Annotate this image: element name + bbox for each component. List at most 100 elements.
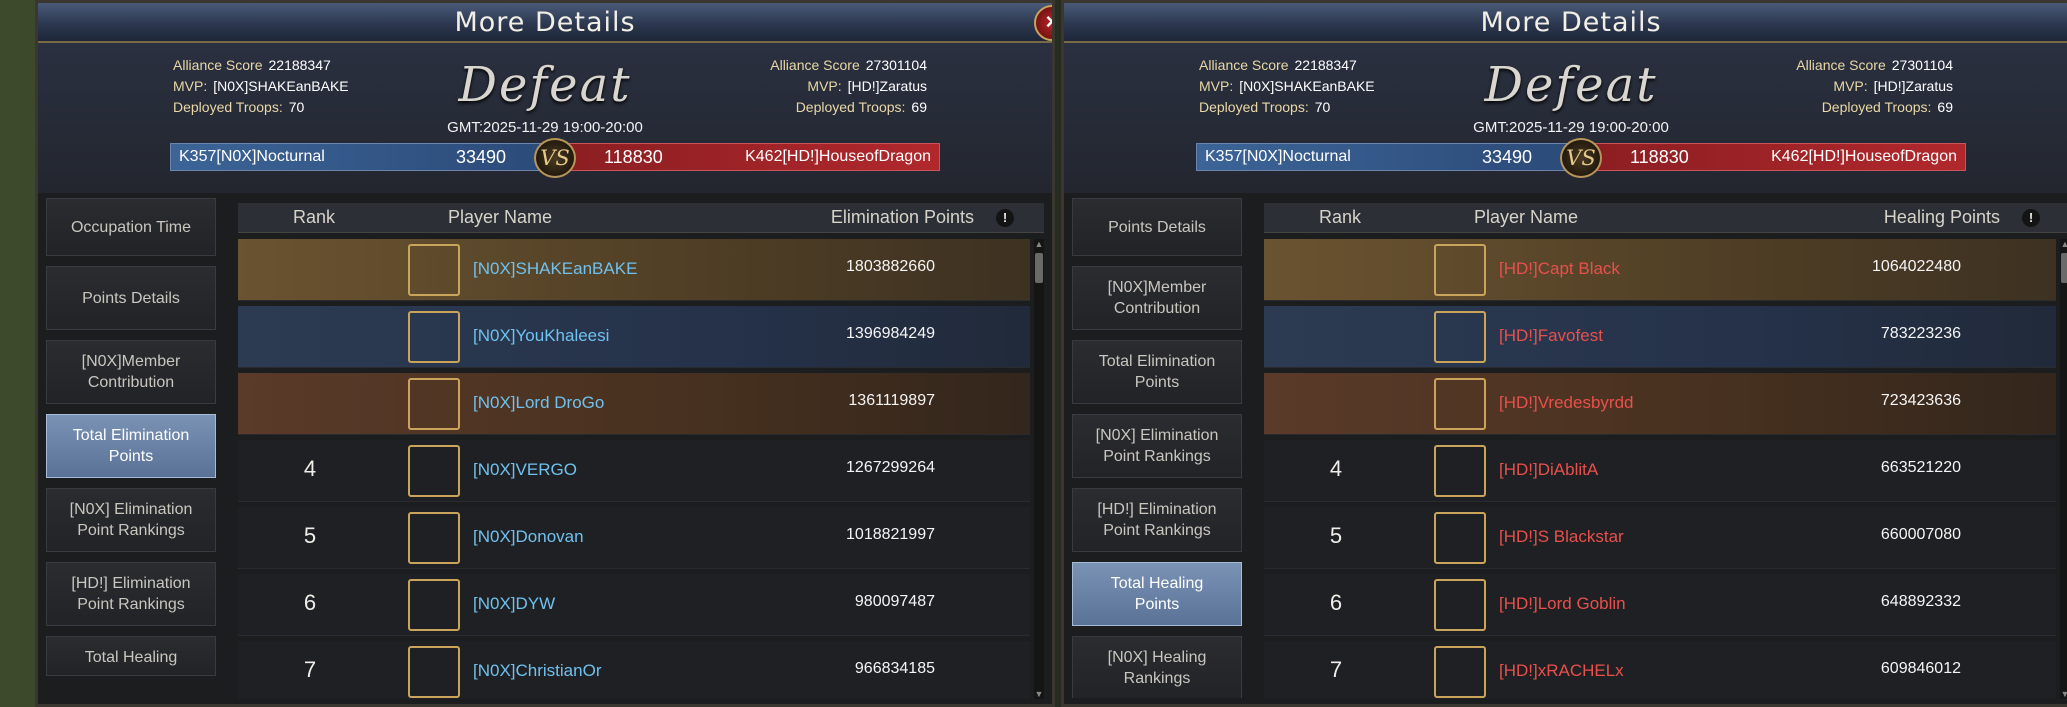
table-row[interactable]: [HD!]Capt Black 1064022480 (1264, 239, 2056, 301)
nav-tab[interactable]: Points Details (46, 266, 216, 330)
versus-bar: K357[N0X]Nocturnal 33490 K462[HD!]HouseofD… (1196, 138, 1966, 178)
right-alliance-name: K462[HD!]HouseofDragon (745, 148, 931, 165)
table-row[interactable]: 6 [HD!]Lord Goblin 648892332 (1264, 574, 2056, 636)
table-row[interactable]: [N0X]SHAKEanBAKE 1803882660 (238, 239, 1030, 301)
player-name[interactable]: [N0X]YouKhaleesi (473, 326, 609, 346)
player-name[interactable]: [N0X]SHAKEanBAKE (473, 259, 637, 279)
player-name[interactable]: [N0X]ChristianOr (473, 661, 601, 681)
player-avatar[interactable] (408, 646, 460, 698)
table-header: Rank Player Name Elimination Points! (238, 203, 1044, 233)
player-points: 648892332 (1880, 593, 1961, 610)
nav-tab[interactable]: Total Healing Points (1072, 562, 1242, 626)
rank-number: 6 (303, 590, 317, 615)
nav-tab[interactable]: [HD!] Elimination Point Rankings (46, 562, 216, 626)
nav-tab[interactable]: [N0X] Elimination Point Rankings (46, 488, 216, 552)
rank-2-medal-icon (290, 311, 334, 361)
points-column-header: Elimination Points (830, 207, 974, 227)
player-avatar[interactable] (408, 311, 460, 363)
rank-1-medal-icon (290, 244, 334, 294)
player-points: 1267299264 (846, 459, 935, 476)
table-header: Rank Player Name Healing Points! (1264, 203, 2067, 233)
table-row[interactable]: 7 [N0X]ChristianOr 966834185 (238, 641, 1030, 699)
player-avatar[interactable] (1434, 445, 1486, 497)
info-icon[interactable]: ! (996, 209, 1014, 227)
table-row[interactable]: 7 [HD!]xRACHELx 609846012 (1264, 641, 2056, 699)
player-avatar[interactable] (408, 445, 460, 497)
scroll-down-icon[interactable]: ▼ (2060, 689, 2067, 699)
left-alliance-bar: K357[N0X]Nocturnal 33490 (1196, 143, 1581, 171)
battle-time: GMT:2025-11-29 19:00-20:00 (447, 119, 643, 136)
player-name[interactable]: [HD!]Favofest (1499, 326, 1603, 346)
player-avatar[interactable] (1434, 579, 1486, 631)
table-row[interactable]: [N0X]YouKhaleesi 1396984249 (238, 306, 1030, 368)
scroll-up-icon[interactable]: ▲ (2060, 239, 2067, 249)
scroll-thumb[interactable] (1035, 253, 1043, 283)
nav-tab[interactable]: [N0X] Healing Rankings (1072, 636, 1242, 698)
rank-2-medal-icon (1316, 311, 1360, 361)
player-name[interactable]: [N0X]Lord DroGo (473, 393, 604, 413)
left-alliance-points: 33490 (1481, 147, 1532, 167)
battle-summary-header: Alliance Score 22188347 MVP: [N0X]SHAKEanBA… (38, 43, 1052, 193)
table-row[interactable]: [N0X]Lord DroGo 1361119897 (238, 373, 1030, 435)
nav-tab[interactable]: [N0X]Member Contribution (1072, 266, 1242, 330)
left-alliance-name: K357[N0X]Nocturnal (1205, 148, 1351, 165)
window-title: More Details (1480, 7, 1662, 38)
player-name[interactable]: [N0X]DYW (473, 594, 555, 614)
rank-number: 4 (1329, 456, 1343, 481)
left-alliance-bar: K357[N0X]Nocturnal 33490 (170, 143, 555, 171)
nav-tab[interactable]: [HD!] Elimination Point Rankings (1072, 488, 1242, 552)
player-avatar[interactable] (1434, 512, 1486, 564)
table-body: [N0X]SHAKEanBAKE 1803882660 [N0X]YouKhalee… (238, 239, 1030, 699)
battle-time: GMT:2025-11-29 19:00-20:00 (1473, 119, 1669, 136)
nav-tab[interactable]: [N0X]Member Contribution (46, 340, 216, 404)
player-points: 980097487 (854, 593, 935, 610)
player-name[interactable]: [N0X]Donovan (473, 527, 584, 547)
player-avatar[interactable] (1434, 244, 1486, 296)
table-row[interactable]: 6 [N0X]DYW 980097487 (238, 574, 1030, 636)
player-avatar[interactable] (408, 512, 460, 564)
player-name[interactable]: [HD!]Capt Black (1499, 259, 1620, 279)
scroll-thumb[interactable] (2061, 253, 2067, 283)
rankings-table: Rank Player Name Elimination Points! [N0X]S… (238, 203, 1044, 699)
scroll-down-icon[interactable]: ▼ (1034, 689, 1044, 699)
player-name-column-header: Player Name (1474, 207, 1579, 227)
scroll-up-icon[interactable]: ▲ (1034, 239, 1044, 249)
table-row[interactable]: 5 [HD!]S Blackstar 660007080 (1264, 507, 2056, 569)
table-row[interactable]: 4 [HD!]DiAblitA 663521220 (1264, 440, 2056, 502)
rank-number: 7 (1329, 657, 1343, 682)
player-name[interactable]: [HD!]Lord Goblin (1499, 594, 1626, 614)
player-name[interactable]: [HD!]S Blackstar (1499, 527, 1624, 547)
nav-tab[interactable]: Total Elimination Points (1072, 340, 1242, 404)
player-points: 609846012 (1880, 660, 1961, 677)
player-avatar[interactable] (1434, 378, 1486, 430)
player-avatar[interactable] (408, 378, 460, 430)
nav-tab[interactable]: [N0X] Elimination Point Rankings (1072, 414, 1242, 478)
player-avatar[interactable] (408, 244, 460, 296)
table-row[interactable]: 4 [N0X]VERGO 1267299264 (238, 440, 1030, 502)
table-scrollbar[interactable]: ▲▼ (2060, 239, 2067, 699)
details-nav: Occupation Time Points Details [N0X]Member… (46, 198, 216, 698)
battle-result: Defeat (1484, 57, 1658, 113)
table-row[interactable]: [HD!]Favofest 783223236 (1264, 306, 2056, 368)
player-name[interactable]: [N0X]VERGO (473, 460, 577, 480)
player-avatar[interactable] (1434, 646, 1486, 698)
player-name[interactable]: [HD!]xRACHELx (1499, 661, 1624, 681)
nav-tab[interactable]: Points Details (1072, 198, 1242, 256)
nav-tab[interactable]: Total Elimination Points (46, 414, 216, 478)
table-row[interactable]: 5 [N0X]Donovan 1018821997 (238, 507, 1030, 569)
window-title: More Details (454, 7, 636, 38)
nav-tab[interactable]: Total Healing (46, 636, 216, 676)
player-name[interactable]: [HD!]Vredesbyrdd (1499, 393, 1633, 413)
table-scrollbar[interactable]: ▲▼ (1034, 239, 1044, 699)
player-avatar[interactable] (1434, 311, 1486, 363)
player-name[interactable]: [HD!]DiAblitA (1499, 460, 1598, 480)
table-row[interactable]: [HD!]Vredesbyrdd 723423636 (1264, 373, 2056, 435)
player-avatar[interactable] (408, 579, 460, 631)
details-panel-left: More Details×Alliance Score22188347MVP:[… (35, 0, 1055, 707)
info-icon[interactable]: ! (2022, 209, 2040, 227)
nav-tab[interactable]: Occupation Time (46, 198, 216, 256)
rank-1-medal-icon (1316, 244, 1360, 294)
screenshot-stage: More Details×Alliance Score22188347MVP:[… (0, 0, 2067, 707)
player-points: 660007080 (1880, 526, 1961, 543)
rank-number: 7 (303, 657, 317, 682)
